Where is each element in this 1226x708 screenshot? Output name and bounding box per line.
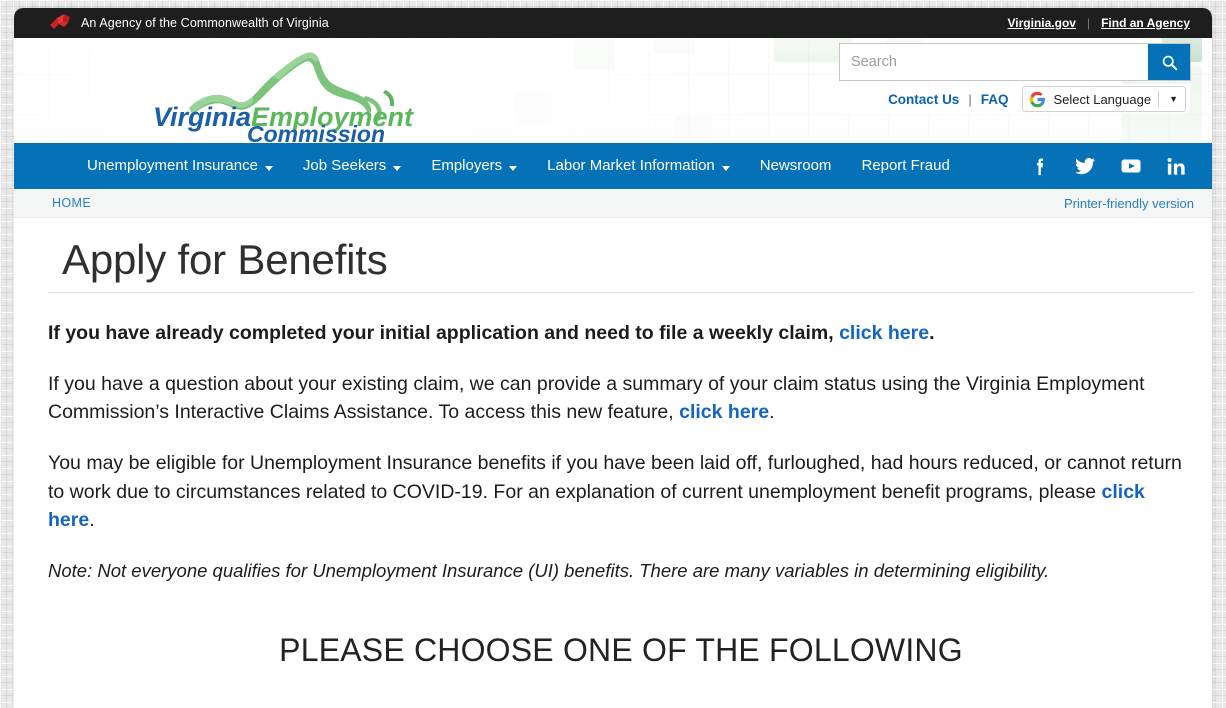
nav-report-fraud[interactable]: Report Fraud xyxy=(846,143,964,189)
chevron-down-icon xyxy=(393,165,402,171)
search-block: Contact Us | FAQ Select Language ▼ xyxy=(840,44,1190,114)
paragraph-text-end: . xyxy=(929,322,935,344)
linkedin-icon[interactable] xyxy=(1165,155,1188,178)
virginia-gov-link[interactable]: Virginia.gov xyxy=(1008,16,1076,30)
search-input[interactable] xyxy=(840,44,1148,80)
virginia-agency-mark-icon xyxy=(50,13,71,33)
printer-friendly-link[interactable]: Printer-friendly version xyxy=(1064,196,1194,211)
commonwealth-agency-text: An Agency of the Commonwealth of Virgini… xyxy=(81,16,329,30)
nav-job-seekers[interactable]: Job Seekers xyxy=(288,143,416,189)
nav-labor-market-information[interactable]: Labor Market Information xyxy=(532,143,745,189)
facebook-icon[interactable] xyxy=(1028,155,1051,178)
paragraph-text: If you have a question about your existi… xyxy=(48,372,1145,424)
social-links xyxy=(1028,154,1194,178)
find-an-agency-link[interactable]: Find an Agency xyxy=(1101,16,1190,30)
faq-link[interactable]: FAQ xyxy=(981,92,1009,107)
commonwealth-bar: An Agency of the Commonwealth of Virgini… xyxy=(14,8,1212,38)
paragraph-claims-assistance: If you have a question about your existi… xyxy=(48,370,1194,427)
nav-newsroom[interactable]: Newsroom xyxy=(745,143,847,189)
paragraph-eligibility: You may be eligible for Unemployment Ins… xyxy=(48,449,1194,535)
eligibility-note: Note: Not everyone qualifies for Unemplo… xyxy=(48,559,1050,581)
click-here-link-weekly-claim[interactable]: click here xyxy=(839,322,929,344)
chevron-down-icon xyxy=(264,165,273,171)
paragraph-weekly-claim: If you have already completed your initi… xyxy=(48,319,1194,348)
gov-bar-separator: | xyxy=(1086,16,1091,30)
click-here-link-claims-assistance[interactable]: click here xyxy=(679,401,769,423)
nav-label: Newsroom xyxy=(759,157,832,174)
search-button[interactable] xyxy=(1148,44,1190,80)
svg-text:Commission: Commission xyxy=(247,121,385,142)
google-g-icon xyxy=(1029,91,1046,108)
page-container: An Agency of the Commonwealth of Virgini… xyxy=(14,8,1212,708)
search-row xyxy=(840,44,1190,80)
language-selector[interactable]: Select Language ▼ xyxy=(1022,86,1186,112)
contact-us-link[interactable]: Contact Us xyxy=(888,92,959,107)
commonwealth-bar-links: Virginia.gov | Find an Agency xyxy=(1008,16,1191,30)
nav-label: Employers xyxy=(431,157,503,174)
breadcrumb: HOME Printer-friendly version xyxy=(14,189,1212,218)
search-icon xyxy=(1161,54,1178,71)
language-divider xyxy=(1158,91,1160,107)
breadcrumb-home-link[interactable]: HOME xyxy=(52,196,91,210)
chevron-down-icon xyxy=(509,165,518,171)
commonwealth-bar-left: An Agency of the Commonwealth of Virgini… xyxy=(50,13,329,33)
nav-employers[interactable]: Employers xyxy=(416,143,532,189)
paragraph-text: You may be eligible for Unemployment Ins… xyxy=(48,451,1182,503)
paragraph-text: If you have already completed your initi… xyxy=(48,322,840,344)
language-label: Select Language xyxy=(1053,91,1152,107)
page-title: Apply for Benefits xyxy=(48,232,1194,293)
utility-row: Contact Us | FAQ Select Language ▼ xyxy=(840,84,1190,114)
vec-logo[interactable]: Virginia Employment Commission xyxy=(129,50,434,142)
nav-label: Job Seekers xyxy=(302,157,387,174)
chevron-down-icon xyxy=(721,165,730,171)
nav-label: Report Fraud xyxy=(861,157,950,174)
masthead: Virginia Employment Commission Search Co… xyxy=(14,38,1212,143)
chevron-down-icon[interactable]: ▼ xyxy=(1166,94,1183,104)
svg-text:Virginia: Virginia xyxy=(153,102,251,132)
main-content: Apply for Benefits If you have already c… xyxy=(14,218,1212,669)
youtube-icon[interactable] xyxy=(1119,154,1143,178)
paragraph-text-end: . xyxy=(769,401,775,424)
nav-unemployment-insurance[interactable]: Unemployment Insurance xyxy=(72,143,288,189)
nav-label: Unemployment Insurance xyxy=(87,157,258,174)
choose-one-heading: PLEASE CHOOSE ONE OF THE FOLLOWING xyxy=(279,632,963,669)
utility-separator: | xyxy=(968,91,972,107)
twitter-icon[interactable] xyxy=(1073,154,1097,178)
nav-label: Labor Market Information xyxy=(547,157,715,174)
paragraph-text-end: . xyxy=(89,509,95,532)
main-navigation: Unemployment Insurance Job Seekers Emplo… xyxy=(14,143,1212,189)
